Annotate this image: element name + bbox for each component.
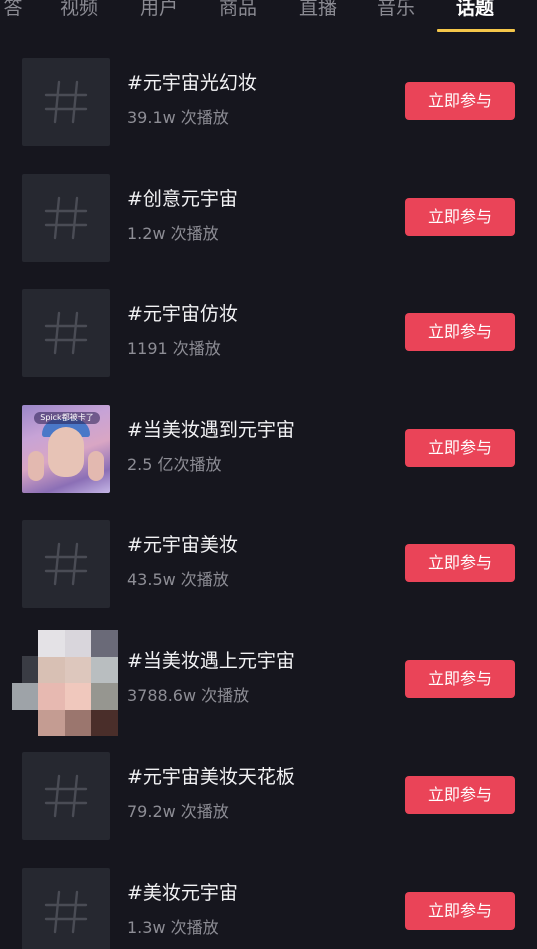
topic-title: #当美妆遇到元宇宙 <box>127 419 295 441</box>
topic-row[interactable]: #元宇宙美妆 43.5w 次播放 立即参与 <box>0 520 537 610</box>
join-topic-button[interactable]: 立即参与 <box>405 313 515 351</box>
topic-row[interactable]: #美妆元宇宙 1.3w 次播放 立即参与 <box>0 868 537 949</box>
face-shape <box>48 427 84 477</box>
topic-title: #创意元宇宙 <box>127 188 238 210</box>
tab-topics[interactable]: 话题 <box>452 0 498 23</box>
topic-row[interactable]: Spick都被卡了 #当美妆遇到元宇宙 2.5 亿次播放 立即参与 <box>0 405 537 495</box>
topic-row[interactable]: #元宇宙光幻妆 39.1w 次播放 立即参与 <box>0 58 537 148</box>
topic-play-count: 1.3w 次播放 <box>127 918 219 937</box>
topic-thumbnail <box>22 58 110 146</box>
topic-play-count: 3788.6w 次播放 <box>127 686 250 705</box>
topic-play-count: 1.2w 次播放 <box>127 224 219 243</box>
topic-row[interactable]: #当美妆遇上元宇宙 3788.6w 次播放 立即参与 <box>0 630 537 736</box>
hashtag-icon <box>44 311 88 355</box>
mosaic-grid <box>38 630 118 736</box>
topic-title: #美妆元宇宙 <box>127 882 238 904</box>
topic-thumbnail <box>22 868 110 949</box>
hashtag-icon <box>44 542 88 586</box>
mosaic-side <box>12 656 38 710</box>
join-topic-button[interactable]: 立即参与 <box>405 82 515 120</box>
thumbnail-caption: Spick都被卡了 <box>34 412 100 424</box>
topic-play-count: 43.5w 次播放 <box>127 570 229 589</box>
topic-title: #元宇宙美妆 <box>127 534 238 556</box>
join-topic-button[interactable]: 立即参与 <box>405 429 515 467</box>
join-topic-button[interactable]: 立即参与 <box>405 892 515 930</box>
topic-play-count: 2.5 亿次播放 <box>127 455 222 474</box>
tab-videos[interactable]: 视频 <box>56 0 102 23</box>
join-topic-button[interactable]: 立即参与 <box>405 776 515 814</box>
hashtag-icon <box>44 774 88 818</box>
tab-products[interactable]: 商品 <box>215 0 261 23</box>
topic-thumbnail <box>22 174 110 262</box>
topic-play-count: 1191 次播放 <box>127 339 221 358</box>
topic-title: #当美妆遇上元宇宙 <box>127 650 295 672</box>
topic-row[interactable]: #元宇宙美妆天花板 79.2w 次播放 立即参与 <box>0 752 537 842</box>
hashtag-icon <box>44 196 88 240</box>
topic-title: #元宇宙仿妆 <box>127 303 238 325</box>
hand-shape <box>28 451 44 481</box>
topic-thumbnail <box>22 289 110 377</box>
hashtag-icon <box>44 80 88 124</box>
join-topic-button[interactable]: 立即参与 <box>405 544 515 582</box>
active-tab-indicator <box>437 29 515 32</box>
topic-play-count: 79.2w 次播放 <box>127 802 229 821</box>
hashtag-icon <box>44 890 88 934</box>
topic-row[interactable]: #创意元宇宙 1.2w 次播放 立即参与 <box>0 174 537 264</box>
tab-qa[interactable]: 答 <box>0 0 26 23</box>
topic-title: #元宇宙美妆天花板 <box>127 766 295 788</box>
join-topic-button[interactable]: 立即参与 <box>405 660 515 698</box>
topic-title: #元宇宙光幻妆 <box>127 72 257 94</box>
topic-play-count: 39.1w 次播放 <box>127 108 229 127</box>
tab-music[interactable]: 音乐 <box>373 0 419 23</box>
tab-live[interactable]: 直播 <box>295 0 341 23</box>
topic-thumbnail <box>22 752 110 840</box>
tab-users[interactable]: 用户 <box>136 0 182 23</box>
pixelated-photo-thumbnail <box>12 630 118 736</box>
hand-shape <box>88 451 104 481</box>
topic-row[interactable]: #元宇宙仿妆 1191 次播放 立即参与 <box>0 289 537 379</box>
join-topic-button[interactable]: 立即参与 <box>405 198 515 236</box>
search-category-tabs: 答 视频 用户 商品 直播 音乐 话题 <box>0 0 537 34</box>
topic-search-results: 答 视频 用户 商品 直播 音乐 话题 #元宇宙光幻妆 39.1w 次播放 立即… <box>0 0 537 949</box>
makeup-photo-thumbnail: Spick都被卡了 <box>22 405 110 493</box>
topic-thumbnail <box>22 520 110 608</box>
